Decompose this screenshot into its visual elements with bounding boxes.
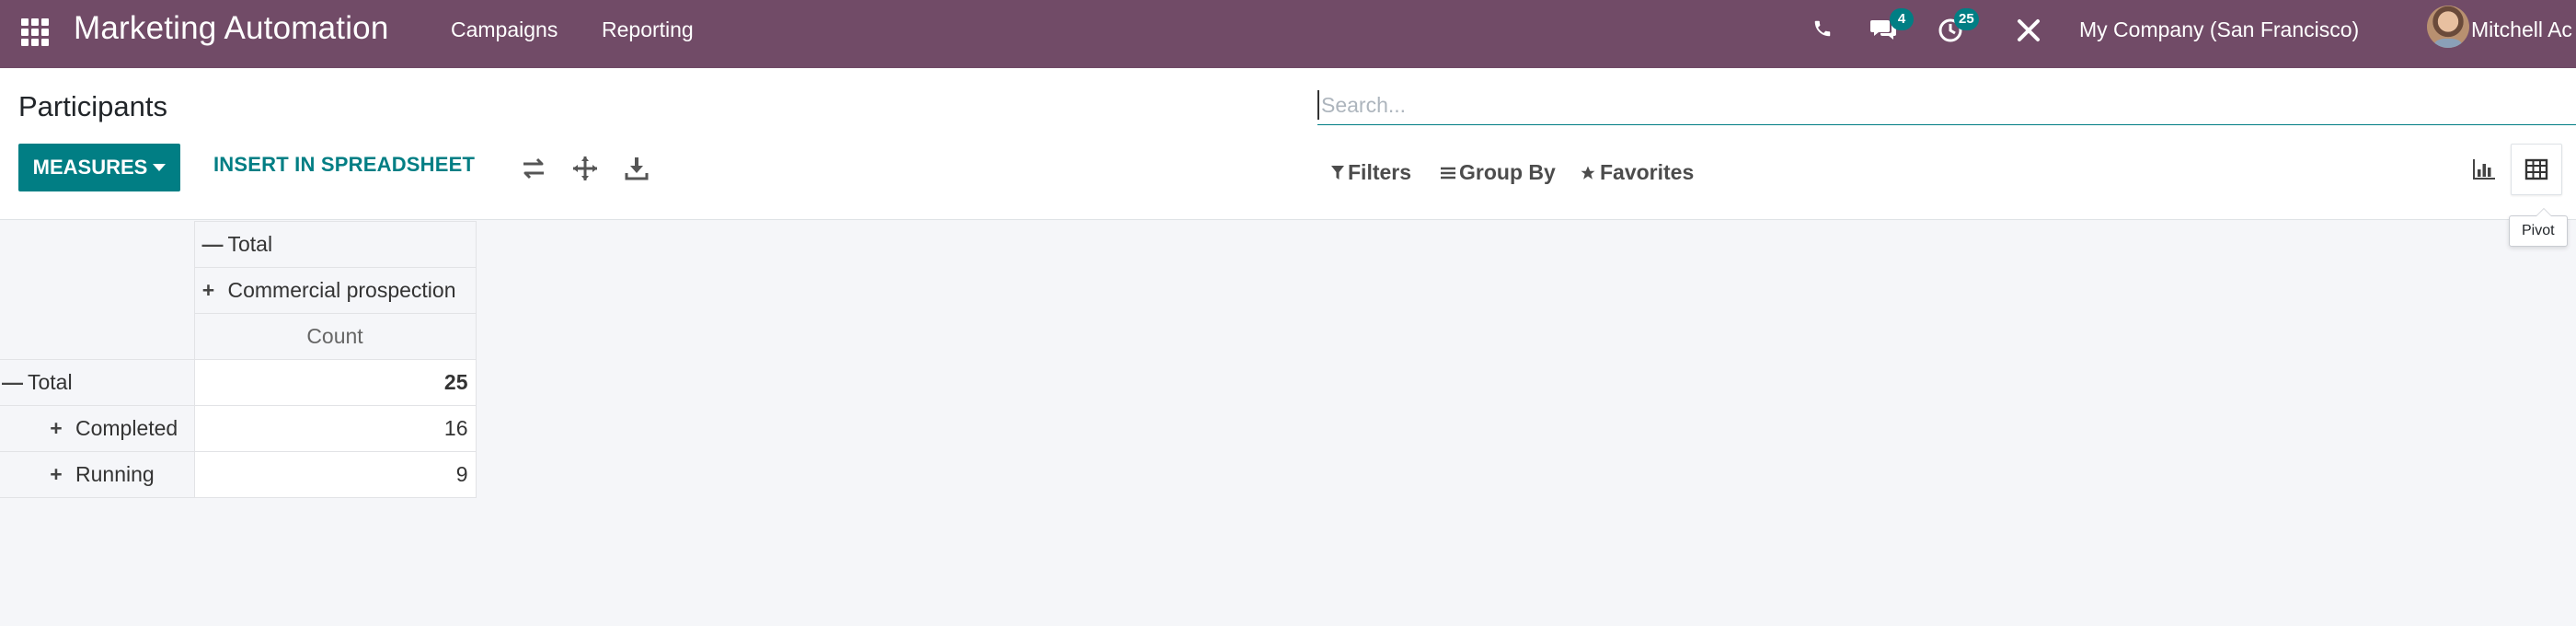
pivot-tooltip: Pivot (2509, 208, 2568, 247)
caret-down-icon (153, 164, 167, 171)
measure-header[interactable]: Count (193, 313, 477, 360)
group-by-button[interactable]: Group By (1441, 160, 1556, 185)
bar-chart-icon (2473, 159, 2495, 180)
company-switcher[interactable]: My Company (San Francisco) (2079, 17, 2359, 42)
col-header-total[interactable]: — Total (193, 221, 477, 268)
row-header-label: Running (75, 462, 155, 486)
tools-icon[interactable] (2017, 18, 2041, 47)
list-icon (1441, 167, 1455, 179)
activities-badge: 25 (1954, 8, 1979, 30)
table-row: + Completed 16 (0, 405, 477, 452)
row-header-label: Completed (75, 416, 178, 440)
search-bar (1317, 83, 2576, 125)
user-avatar[interactable] (2427, 6, 2469, 48)
filters-label: Filters (1348, 160, 1412, 184)
control-panel: Participants MEASURES INSERT IN SPREADSH… (0, 68, 2576, 220)
table-icon (2524, 158, 2548, 180)
filter-icon (1331, 165, 1344, 180)
insert-spreadsheet-button[interactable]: INSERT IN SPREADSHEET (213, 153, 475, 177)
pivot-view-button[interactable] (2511, 144, 2562, 195)
top-navbar: Marketing Automation Campaigns Reporting… (0, 0, 2576, 68)
favorites-button[interactable]: Favorites (1580, 160, 1694, 185)
graph-view-button[interactable] (2458, 144, 2510, 195)
search-input[interactable] (1317, 90, 2569, 120)
expand-icon: + (50, 462, 63, 486)
pivot-table: — Total + Commercial prospection Count — To… (0, 221, 477, 498)
star-icon (1581, 166, 1595, 180)
table-row: — Total 25 (0, 359, 477, 406)
app-title[interactable]: Marketing Automation (74, 10, 389, 47)
pivot-cell[interactable]: 16 (193, 405, 477, 452)
row-header-label: Total (28, 370, 73, 394)
collapse-icon: — (2, 370, 23, 394)
filters-button[interactable]: Filters (1331, 160, 1411, 185)
group-by-label: Group By (1459, 160, 1556, 184)
col-header-group[interactable]: + Commercial prospection (193, 267, 477, 314)
collapse-icon: — (201, 232, 224, 256)
row-header-completed[interactable]: + Completed (0, 405, 195, 452)
expand-icon: + (201, 278, 215, 302)
pivot-corner (0, 221, 195, 360)
expand-icon: + (50, 416, 63, 440)
measures-label: MEASURES (32, 156, 148, 179)
flip-axis-icon[interactable] (520, 155, 547, 182)
menu-reporting[interactable]: Reporting (602, 17, 694, 42)
col-header-total-label: Total (227, 232, 273, 256)
pivot-cell[interactable]: 25 (193, 359, 477, 406)
activity-clock-icon[interactable]: 25 (1938, 8, 1979, 48)
pivot-cell[interactable]: 9 (193, 451, 477, 498)
phone-icon[interactable] (1812, 18, 1833, 43)
messages-badge: 4 (1890, 8, 1914, 30)
user-name[interactable]: Mitchell Ac (2471, 17, 2572, 42)
col-header-group-label: Commercial prospection (227, 278, 456, 302)
apps-menu-icon[interactable] (18, 16, 49, 46)
menu-campaigns[interactable]: Campaigns (451, 17, 558, 42)
row-header-running[interactable]: + Running (0, 451, 195, 498)
chat-icon[interactable]: 4 (1869, 8, 1914, 46)
table-row: + Running 9 (0, 451, 477, 498)
page-title: Participants (18, 90, 167, 122)
favorites-label: Favorites (1600, 160, 1695, 184)
measures-button[interactable]: MEASURES (18, 144, 180, 191)
expand-all-icon[interactable] (571, 155, 599, 182)
row-header-total[interactable]: — Total (0, 359, 195, 406)
download-icon[interactable] (624, 155, 651, 182)
